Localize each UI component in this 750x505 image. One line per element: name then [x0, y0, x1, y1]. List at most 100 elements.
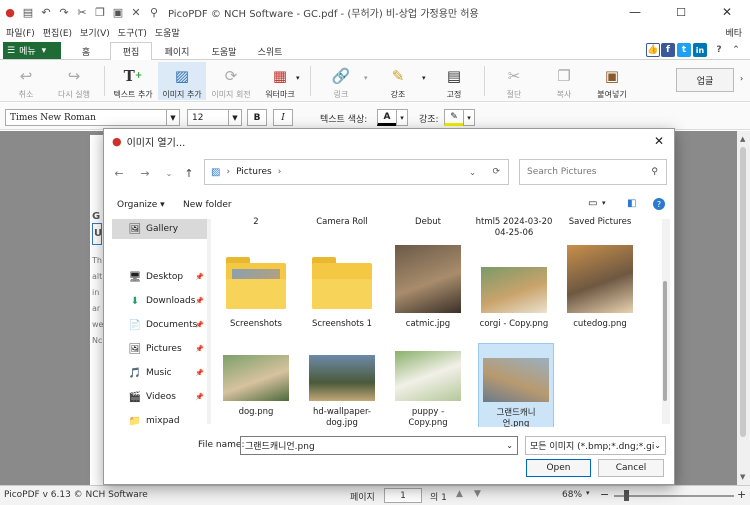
- page-number-input[interactable]: 1: [384, 488, 422, 503]
- redo-button[interactable]: ↪ 다시 실행: [54, 62, 94, 100]
- highlight-dropdown-icon[interactable]: ▾: [422, 74, 426, 82]
- nav-item-gallery[interactable]: 🖼 Gallery: [112, 219, 208, 239]
- facebook-icon[interactable]: f: [661, 43, 675, 57]
- nav-item-videos[interactable]: 🎬 Videos 📌: [112, 387, 208, 407]
- menu-file[interactable]: 파일(F): [6, 26, 35, 39]
- image-item-hd-wallpaper-dog[interactable]: hd-wallpaper-dog.jpg: [302, 351, 382, 427]
- watermark-button[interactable]: ▦ 워터마크: [262, 62, 298, 100]
- linkedin-icon[interactable]: in: [693, 43, 707, 57]
- nav-item-documents[interactable]: 📄 Documents 📌: [112, 315, 208, 335]
- forward-arrow-icon[interactable]: →: [136, 165, 154, 181]
- nav-item-pictures[interactable]: 🖼 Pictures 📌: [112, 339, 208, 359]
- help-icon[interactable]: ?: [712, 43, 726, 57]
- highlight-color-icon[interactable]: ✎: [444, 109, 464, 126]
- image-item-corgi-copy[interactable]: corgi - Copy.png: [474, 241, 554, 330]
- add-image-button[interactable]: ▨ 이미지 추가: [158, 62, 206, 100]
- menu-beta[interactable]: 베타: [725, 26, 742, 39]
- watermark-dropdown-icon[interactable]: ▾: [296, 74, 300, 82]
- paste-quick-icon[interactable]: ▣: [110, 4, 126, 20]
- help-icon[interactable]: ?: [653, 198, 665, 210]
- zoom-out-icon[interactable]: −: [600, 488, 609, 501]
- maximize-button[interactable]: ☐: [658, 0, 704, 24]
- scroll-thumb[interactable]: [740, 147, 746, 437]
- tab-page[interactable]: 페이지: [157, 42, 197, 61]
- add-text-button[interactable]: T + 텍스트 추가: [110, 62, 156, 100]
- organize-button[interactable]: Organize ▾: [117, 200, 165, 210]
- file-list-scrollbar[interactable]: [662, 219, 670, 424]
- link-button[interactable]: 🔗 링크: [326, 62, 356, 100]
- file-item[interactable]: Saved Pictures: [560, 217, 640, 228]
- font-size-select[interactable]: 12: [187, 109, 230, 126]
- menu-tools[interactable]: 도구(T): [118, 26, 147, 39]
- zoom-slider[interactable]: [614, 495, 734, 497]
- search-input[interactable]: Search Pictures ⚲: [519, 159, 667, 185]
- upgrade-button[interactable]: 업글: [676, 68, 734, 92]
- file-item[interactable]: html5 2024-03-20 04-25-06: [474, 217, 554, 239]
- prev-page-icon[interactable]: ▲: [456, 489, 463, 499]
- minimize-button[interactable]: —: [612, 0, 658, 24]
- scroll-down-icon[interactable]: ▼: [740, 473, 745, 481]
- tab-home[interactable]: 홈: [70, 42, 102, 61]
- pin-icon[interactable]: 📌: [195, 273, 204, 281]
- copy-button[interactable]: ❐ 복사: [550, 62, 578, 100]
- save-icon[interactable]: ▤: [20, 4, 36, 20]
- redo-quick-icon[interactable]: ↷: [56, 4, 72, 20]
- delete-quick-icon[interactable]: ✕: [128, 4, 144, 20]
- pin-icon[interactable]: 📌: [195, 369, 204, 377]
- font-dropdown-icon[interactable]: ▼: [166, 109, 180, 126]
- nav-pane-scrollbar[interactable]: [207, 219, 211, 424]
- cancel-button[interactable]: Cancel: [598, 459, 664, 477]
- tab-suite[interactable]: 스위트: [252, 42, 288, 61]
- text-color-swatch[interactable]: A: [377, 109, 397, 126]
- image-item-puppy-copy[interactable]: puppy - Copy.png: [388, 347, 468, 427]
- pin-icon[interactable]: 📌: [195, 297, 204, 305]
- pin-icon[interactable]: 📌: [195, 393, 204, 401]
- file-type-select[interactable]: 모든 이미지 (*.bmp;*.dng;*.gif; ⌄: [525, 436, 666, 455]
- file-item[interactable]: Debut: [388, 217, 468, 228]
- menu-edit[interactable]: 편집(E): [43, 26, 72, 39]
- refresh-icon[interactable]: ⟳: [492, 167, 500, 177]
- zoom-in-icon[interactable]: +: [737, 488, 746, 501]
- zoom-dropdown-icon[interactable]: ▾: [586, 489, 590, 497]
- file-name-input[interactable]: 그랜드캐니언.png ⌄: [240, 436, 518, 455]
- copy-quick-icon[interactable]: ❐: [92, 4, 108, 20]
- open-button[interactable]: Open: [526, 459, 591, 477]
- preview-pane-icon[interactable]: ◧: [627, 198, 636, 209]
- image-item-catmic[interactable]: catmic.jpg: [388, 241, 468, 330]
- image-item-dog[interactable]: dog.png: [216, 351, 296, 418]
- search-quick-icon[interactable]: ⚲: [146, 4, 162, 20]
- file-item[interactable]: 2: [216, 217, 296, 228]
- menu-view[interactable]: 보기(V): [80, 26, 110, 39]
- folder-item-screenshots-1[interactable]: Screenshots 1: [302, 241, 382, 330]
- folder-item-screenshots[interactable]: Screenshots: [216, 241, 296, 330]
- tab-edit[interactable]: 편집: [110, 42, 152, 61]
- address-bar[interactable]: ▨ › Pictures › ⌄ ⟳: [204, 159, 509, 185]
- tab-help[interactable]: 도움말: [202, 42, 246, 61]
- image-item-grand-canyon[interactable]: 그랜드캐니언.png: [478, 343, 554, 427]
- close-button[interactable]: ✕: [704, 0, 750, 24]
- twitter-icon[interactable]: t: [677, 43, 691, 57]
- undo-quick-icon[interactable]: ↶: [38, 4, 54, 20]
- like-icon[interactable]: 👍: [646, 43, 660, 57]
- nav-item-music[interactable]: 🎵 Music 📌: [112, 363, 208, 383]
- image-item-cutedog[interactable]: cutedog.png: [560, 241, 640, 330]
- scroll-thumb[interactable]: [663, 281, 667, 401]
- new-folder-button[interactable]: New folder: [183, 200, 232, 210]
- file-name-dropdown-icon[interactable]: ⌄: [506, 441, 513, 450]
- file-item[interactable]: Camera Roll: [302, 217, 382, 228]
- toolbar-more-icon[interactable]: ›: [740, 74, 743, 83]
- paste-button[interactable]: ▣ 붙여넣기: [592, 62, 632, 100]
- menu-help[interactable]: 도움말: [155, 26, 180, 39]
- bold-button[interactable]: B: [247, 109, 267, 126]
- up-arrow-icon[interactable]: ↑: [180, 165, 198, 181]
- italic-button[interactable]: I: [273, 109, 293, 126]
- undo-button[interactable]: ↩ 취소: [12, 62, 40, 100]
- view-dropdown-icon[interactable]: ▾: [602, 199, 606, 207]
- document-scrollbar[interactable]: ▲ ▼: [737, 131, 750, 485]
- breadcrumb-pictures[interactable]: Pictures: [236, 167, 272, 177]
- highlight-color-dropdown-icon[interactable]: ▾: [463, 109, 475, 126]
- cut-button[interactable]: ✂ 절단: [500, 62, 528, 100]
- rotate-image-button[interactable]: ⟳ 이미지 회전: [208, 62, 254, 100]
- pin-icon[interactable]: 📌: [195, 345, 204, 353]
- main-menu-button[interactable]: ☰ 메뉴 ▾: [3, 42, 61, 59]
